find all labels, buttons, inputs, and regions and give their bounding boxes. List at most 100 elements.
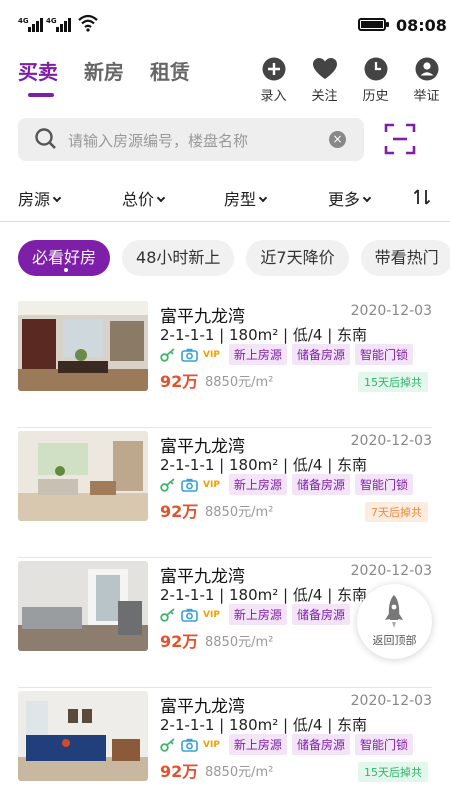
evidence-label: 举证 — [413, 89, 440, 104]
chip-label: 必看好房 — [32, 248, 97, 267]
listing-photo — [18, 691, 148, 781]
camera-icon — [181, 478, 198, 492]
add-entry-button[interactable]: 录入 — [248, 56, 299, 104]
listing-tag: 新上房源 — [228, 734, 287, 755]
listing-date: 2020-12-03 — [350, 693, 432, 709]
tab-new-homes[interactable]: 新房 — [84, 56, 124, 85]
listing-price: 92万 — [160, 632, 199, 651]
key-icon — [160, 737, 175, 752]
listing-item[interactable]: 富平九龙湾 2020-12-03 2-1-1-1 | 180m² | 低/4 |… — [18, 428, 432, 558]
header-actions: 录入 关注 历史 举证 — [248, 56, 450, 104]
listing-unit-price: 8850元/m² — [205, 375, 274, 390]
listing-expiry-badge: 7天后掉共 — [365, 502, 428, 522]
listing-price: 92万 — [160, 372, 199, 391]
listing-item[interactable]: 富平九龙湾 2020-12-03 2-1-1-1 | 180m² | 低/4 |… — [18, 688, 432, 800]
chevron-down-icon — [156, 193, 166, 203]
person-icon — [414, 56, 440, 82]
vip-badge: VIP — [203, 349, 220, 360]
follow-button[interactable]: 关注 — [299, 56, 350, 104]
listing-list: 富平九龙湾 2020-12-03 2-1-1-1 | 180m² | 低/4 |… — [18, 298, 432, 800]
listing-date: 2020-12-03 — [350, 563, 432, 579]
signal-icon — [28, 16, 43, 32]
search-input[interactable]: 请输入房源编号，楼盘名称 — [68, 130, 248, 151]
listing-spec: 2-1-1-1 | 180m² | 低/4 | 东南 — [160, 586, 368, 604]
tab-label: 新房 — [84, 60, 124, 84]
listing-unit-price: 8850元/m² — [205, 765, 274, 780]
listing-expiry-badge: 15天后掉共 — [358, 762, 428, 782]
vip-badge: VIP — [203, 739, 220, 750]
tab-label: 买卖 — [18, 60, 58, 84]
listing-tag: 智能门锁 — [354, 474, 413, 495]
camera-icon — [181, 348, 198, 362]
listing-price: 92万 — [160, 502, 199, 521]
chevron-down-icon — [52, 193, 62, 203]
heart-icon — [312, 56, 338, 82]
chip-hot-viewing[interactable]: 带看热门 — [360, 240, 450, 276]
listing-tags: VIP 新上房源 储备房源 智能门锁 — [160, 734, 413, 755]
listing-tag: 储备房源 — [291, 474, 350, 495]
tab-rental[interactable]: 租赁 — [150, 56, 190, 85]
key-icon — [160, 347, 175, 362]
search-bar[interactable]: 请输入房源编号，楼盘名称 × — [18, 118, 364, 161]
chip-label: 带看热门 — [374, 248, 439, 267]
filter-label: 更多 — [328, 190, 361, 209]
listing-tag: 智能门锁 — [354, 344, 413, 365]
search-icon — [35, 128, 56, 149]
listing-photo — [18, 431, 148, 521]
add-entry-label: 录入 — [260, 89, 287, 104]
filter-more[interactable]: 更多 — [328, 186, 372, 210]
status-bar: 4G 4G 08:08 — [0, 0, 450, 50]
listing-spec: 2-1-1-1 | 180m² | 低/4 | 东南 — [160, 326, 368, 344]
rocket-icon — [385, 595, 403, 628]
chip-new-48h[interactable]: 48小时新上 — [122, 240, 235, 276]
vip-badge: VIP — [203, 479, 220, 490]
listing-item[interactable]: 富平九龙湾 2020-12-03 2-1-1-1 | 180m² | 低/4 |… — [18, 298, 432, 428]
filter-source[interactable]: 房源 — [18, 186, 62, 210]
evidence-button[interactable]: 举证 — [401, 56, 450, 104]
listing-unit-price: 8850元/m² — [205, 635, 274, 650]
wifi-icon — [78, 14, 98, 32]
listing-price: 92万 — [160, 762, 199, 781]
history-button[interactable]: 历史 — [350, 56, 401, 104]
back-to-top-button[interactable]: 返回顶部 — [357, 584, 432, 659]
listing-tag: 储备房源 — [291, 604, 350, 625]
listing-expiry-badge: 15天后掉共 — [358, 372, 428, 392]
history-label: 历史 — [362, 89, 389, 104]
top-tabs: 买卖 新房 租赁 — [18, 56, 190, 97]
tab-active-indicator — [28, 93, 54, 97]
listing-tags: VIP 新上房源 储备房源 智能门锁 — [160, 344, 413, 365]
status-time: 08:08 — [396, 16, 447, 35]
listing-tag: 新上房源 — [228, 344, 287, 365]
key-icon — [160, 607, 175, 622]
chevron-down-icon — [362, 193, 372, 203]
filter-layout[interactable]: 房型 — [224, 186, 268, 210]
follow-label: 关注 — [311, 89, 338, 104]
camera-icon — [181, 608, 198, 622]
listing-photo — [18, 561, 148, 651]
listing-tag: 新上房源 — [228, 474, 287, 495]
tab-buy-sell[interactable]: 买卖 — [18, 56, 58, 97]
chevron-down-icon — [258, 193, 268, 203]
clock-icon — [363, 56, 389, 82]
vip-badge: VIP — [203, 609, 220, 620]
filter-label: 房型 — [224, 190, 257, 209]
listing-tag: 新上房源 — [228, 604, 287, 625]
battery-icon — [358, 18, 389, 31]
sort-icon[interactable] — [413, 188, 431, 206]
plus-circle-icon — [261, 56, 287, 82]
listing-date: 2020-12-03 — [350, 433, 432, 449]
listing-tag: 储备房源 — [291, 344, 350, 365]
listing-spec: 2-1-1-1 | 180m² | 低/4 | 东南 — [160, 716, 368, 734]
filter-label: 总价 — [122, 190, 155, 209]
listing-spec: 2-1-1-1 | 180m² | 低/4 | 东南 — [160, 456, 368, 474]
chip-label: 48小时新上 — [136, 248, 221, 267]
scan-icon[interactable] — [384, 122, 416, 156]
listing-tag: 储备房源 — [291, 734, 350, 755]
listing-tag: 智能门锁 — [354, 734, 413, 755]
chip-price-drop[interactable]: 近7天降价 — [246, 240, 349, 276]
filter-label: 房源 — [18, 190, 51, 209]
filter-total-price[interactable]: 总价 — [122, 186, 166, 210]
chip-must-see[interactable]: 必看好房 — [18, 240, 111, 276]
clear-icon[interactable]: × — [329, 131, 346, 148]
back-to-top-label: 返回顶部 — [372, 634, 417, 647]
